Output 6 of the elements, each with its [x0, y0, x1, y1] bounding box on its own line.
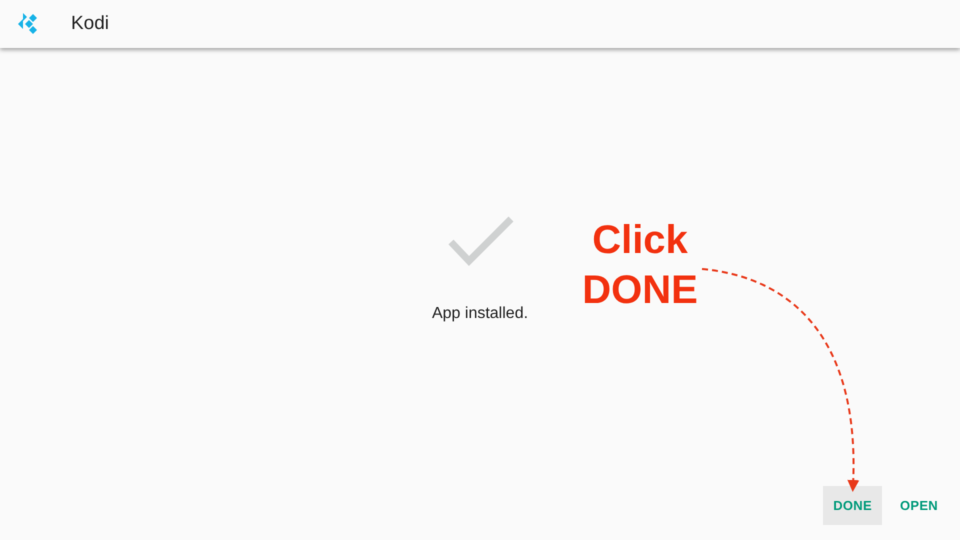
status-message: App installed.	[432, 304, 528, 324]
checkmark-icon	[448, 216, 514, 268]
app-title: Kodi	[71, 12, 110, 36]
action-button[interactable]: DONE	[823, 486, 882, 525]
annotation-text: Click DONE	[581, 217, 699, 314]
action-button[interactable]: OPEN	[890, 486, 948, 525]
